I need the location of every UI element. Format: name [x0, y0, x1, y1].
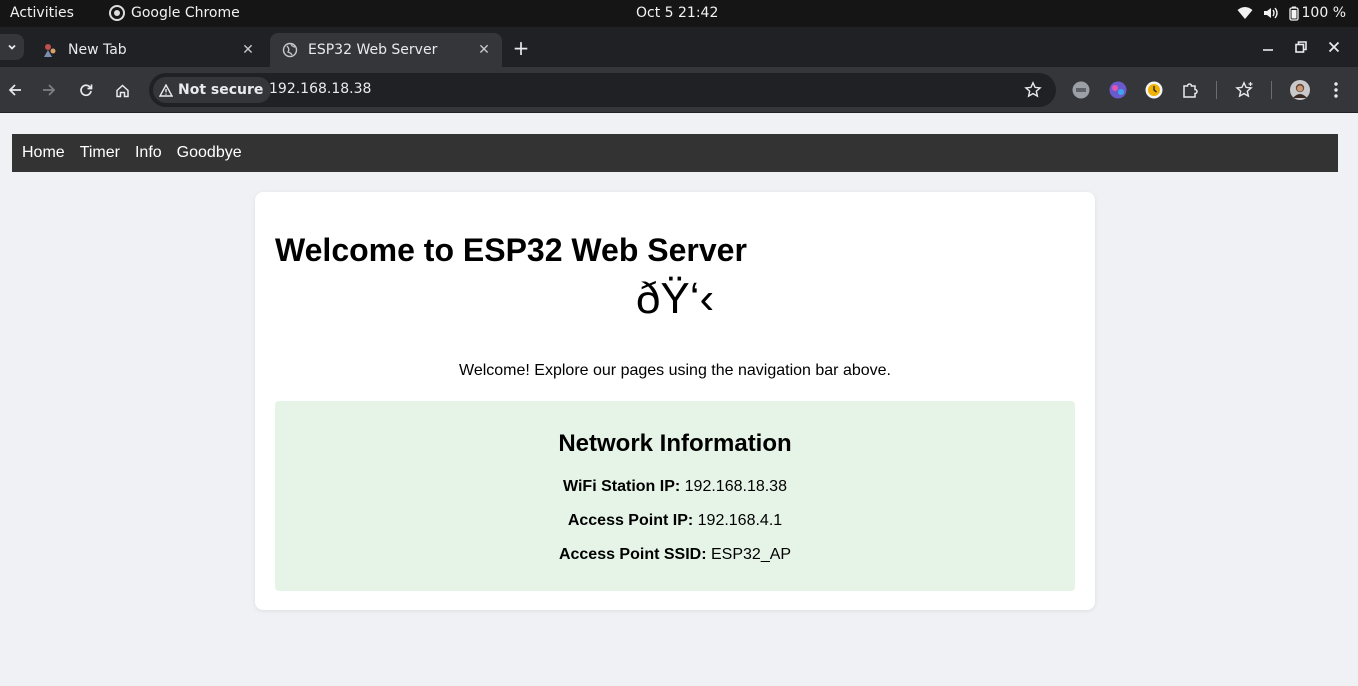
- new-tab-button[interactable]: +: [511, 38, 531, 59]
- toolbar-divider: [1271, 81, 1272, 99]
- station-ip-value: 192.168.18.38: [684, 478, 787, 495]
- chevron-down-icon: [8, 44, 16, 50]
- nav-link-timer[interactable]: Timer: [80, 144, 120, 162]
- globe-icon: [282, 42, 298, 58]
- wave-glyph: ðŸ‘‹: [635, 274, 715, 323]
- system-tray[interactable]: 100 %: [1237, 5, 1346, 21]
- extension-2-icon[interactable]: [1108, 80, 1128, 100]
- ap-ssid-label: Access Point SSID:: [558, 546, 707, 563]
- reload-icon: [80, 84, 93, 97]
- extensions-puzzle-icon[interactable]: [1180, 80, 1200, 100]
- back-arrow-icon: [8, 84, 21, 96]
- app-name: Google Chrome: [131, 5, 240, 21]
- page-heading: Welcome to ESP32 Web Server: [275, 232, 747, 268]
- tab-esp32-web-server[interactable]: ESP32 Web Server ✕: [270, 33, 502, 67]
- app-menu[interactable]: Google Chrome: [109, 5, 240, 21]
- forward-button[interactable]: [37, 78, 61, 102]
- warning-icon: [159, 83, 173, 97]
- tab-search-button[interactable]: [0, 34, 24, 60]
- home-button[interactable]: [110, 78, 134, 102]
- address-bar[interactable]: Not secure 192.168.18.38: [149, 73, 1056, 107]
- chrome-icon: [109, 5, 125, 21]
- ap-ssid-value: ESP32_AP: [711, 546, 792, 563]
- security-label: Not secure: [178, 82, 264, 98]
- station-ip-row: WiFi Station IP: 192.168.18.38: [275, 478, 1075, 496]
- tab-strip: New Tab ✕ ESP32 Web Server ✕ +: [0, 27, 1358, 67]
- system-top-bar: Activities Google Chrome Oct 5 21:42 100…: [0, 0, 1358, 27]
- kebab-menu-icon[interactable]: [1326, 80, 1346, 100]
- restore-icon[interactable]: [1284, 37, 1317, 57]
- page-content: Home Timer Info Goodbye Welcome to ESP32…: [0, 114, 1358, 686]
- home-icon: [115, 83, 129, 97]
- minimize-icon[interactable]: [1251, 37, 1284, 57]
- ap-ip-row: Access Point IP: 192.168.4.1: [275, 512, 1075, 530]
- ap-ip-label: Access Point IP:: [567, 512, 694, 529]
- profile-avatar[interactable]: [1290, 80, 1310, 100]
- volume-icon: [1263, 7, 1278, 19]
- battery-icon: [1288, 6, 1299, 21]
- browser-toolbar: Not secure 192.168.18.38: [0, 67, 1358, 113]
- battery-percent: 100 %: [1301, 5, 1346, 21]
- back-button[interactable]: [3, 78, 27, 102]
- extension-3-icon[interactable]: [1144, 80, 1164, 100]
- close-window-icon[interactable]: [1317, 37, 1350, 57]
- site-info-chip[interactable]: Not secure: [153, 77, 272, 103]
- close-tab-icon[interactable]: ✕: [476, 42, 492, 58]
- activities-button[interactable]: Activities: [10, 5, 74, 21]
- tab-new-tab[interactable]: New Tab ✕: [30, 33, 266, 67]
- bookmark-star-icon[interactable]: [1024, 81, 1042, 99]
- site-navbar: Home Timer Info Goodbye: [12, 134, 1338, 172]
- ap-ip-value: 192.168.4.1: [697, 512, 783, 529]
- network-info-title: Network Information: [558, 430, 792, 457]
- intro-text: Welcome! Explore our pages using the nav…: [459, 362, 891, 379]
- forward-arrow-icon: [43, 84, 56, 96]
- url-text[interactable]: 192.168.18.38: [269, 81, 371, 97]
- station-ip-label: WiFi Station IP:: [563, 478, 681, 495]
- wifi-icon: [1237, 7, 1253, 19]
- toolbar-divider: [1216, 81, 1217, 99]
- window-controls: [1251, 37, 1350, 57]
- close-tab-icon[interactable]: ✕: [240, 42, 256, 58]
- bookmarks-star-icon[interactable]: [1234, 80, 1254, 100]
- nav-link-home[interactable]: Home: [22, 144, 65, 162]
- tab-title: New Tab: [68, 42, 127, 58]
- ap-ssid-row: Access Point SSID: ESP32_AP: [275, 546, 1075, 564]
- network-info-box: Network Information WiFi Station IP: 192…: [275, 401, 1075, 591]
- nav-link-info[interactable]: Info: [135, 144, 162, 162]
- nav-link-goodbye[interactable]: Goodbye: [177, 144, 242, 162]
- welcome-card: Welcome to ESP32 Web Server ðŸ‘‹ Welcome…: [255, 192, 1095, 610]
- extension-1-icon[interactable]: [1071, 80, 1091, 100]
- reload-button[interactable]: [74, 78, 98, 102]
- new-tab-favicon-icon: [44, 44, 56, 57]
- tab-title: ESP32 Web Server: [308, 42, 438, 58]
- clock[interactable]: Oct 5 21:42: [636, 5, 718, 21]
